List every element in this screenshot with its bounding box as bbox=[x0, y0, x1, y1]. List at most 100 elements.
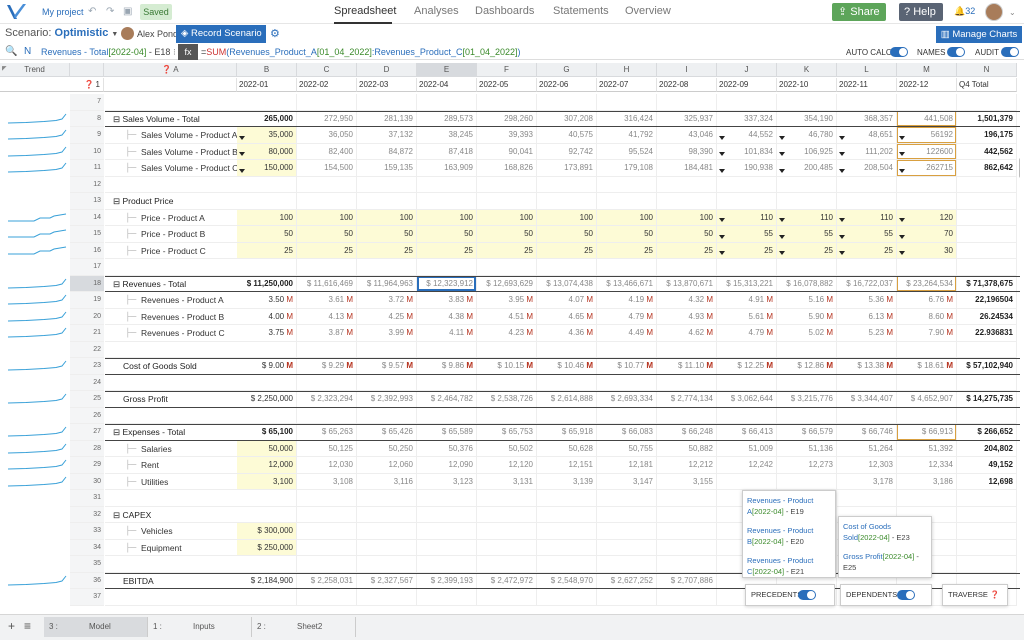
grid-cell[interactable] bbox=[897, 341, 957, 358]
grid-cell[interactable] bbox=[537, 506, 597, 523]
row-number[interactable]: 8 bbox=[70, 110, 104, 127]
row-number[interactable]: 9 bbox=[70, 127, 104, 144]
row-label[interactable]: ⊟ Sales Volume - Total bbox=[113, 114, 200, 124]
tab-analyses[interactable]: Analyses bbox=[414, 5, 459, 17]
grid-cell[interactable]: 12,212 bbox=[657, 457, 717, 474]
column-header-k[interactable]: K bbox=[777, 63, 837, 77]
grid-cell[interactable]: $ 65,426 bbox=[357, 424, 417, 441]
column-header-f[interactable]: F bbox=[477, 63, 537, 77]
grid-cell[interactable]: $ 57,102,940 bbox=[957, 358, 1017, 375]
grid-cell[interactable] bbox=[297, 176, 357, 193]
grid-cell[interactable]: 4.07 M bbox=[537, 292, 597, 309]
row-label[interactable]: Salaries bbox=[141, 444, 172, 454]
grid-cell[interactable] bbox=[837, 193, 897, 210]
grid-cell[interactable] bbox=[897, 94, 957, 111]
grid-cell[interactable] bbox=[957, 226, 1017, 243]
grid-cell[interactable]: $ 2,464,782 bbox=[417, 391, 477, 408]
grid-cell[interactable] bbox=[717, 374, 777, 391]
column-header-b[interactable]: B bbox=[237, 63, 297, 77]
row-label-cell[interactable]: ├─ Revenues - Product B bbox=[105, 309, 237, 325]
grid-cell[interactable]: $ 2,258,031 bbox=[297, 572, 357, 589]
grid-cell[interactable]: 3.95 M bbox=[477, 292, 537, 309]
column-header-a[interactable]: ❓ A bbox=[104, 63, 237, 77]
grid-cell[interactable]: 25 bbox=[657, 242, 717, 259]
grid-cell[interactable] bbox=[957, 506, 1017, 523]
grid-cell[interactable]: 90,041 bbox=[477, 143, 537, 160]
grid-cell[interactable]: 184,481 bbox=[657, 160, 717, 177]
row-number[interactable]: 27 bbox=[70, 424, 104, 441]
row-number[interactable]: 23 bbox=[70, 358, 104, 375]
grid-cell[interactable]: 39,393 bbox=[477, 127, 537, 144]
grid-cell[interactable]: 43,046 bbox=[657, 127, 717, 144]
grid-cell[interactable]: $ 66,579 bbox=[777, 424, 837, 441]
row-label-cell[interactable]: ├─ Utilities bbox=[105, 474, 237, 490]
row-label-cell[interactable]: ⊟ Revenues - Total bbox=[105, 276, 237, 292]
grid-cell[interactable]: 55 bbox=[777, 226, 837, 243]
grid-cell[interactable]: 12,242 bbox=[717, 457, 777, 474]
row-label[interactable]: EBITDA bbox=[123, 576, 154, 586]
grid-cell[interactable]: 70 bbox=[897, 226, 957, 243]
grid-cell[interactable] bbox=[477, 94, 537, 111]
grid-cell[interactable]: 37,132 bbox=[357, 127, 417, 144]
row-number[interactable]: 12 bbox=[70, 176, 104, 193]
cell-reference[interactable]: Revenues - Total[2022-04] - E18 ⁝ bbox=[41, 47, 176, 58]
grid-cell[interactable] bbox=[777, 259, 837, 276]
grid-cell[interactable]: 12,030 bbox=[297, 457, 357, 474]
sheet-tab-model[interactable]: 3 : Model bbox=[44, 617, 148, 637]
row-number[interactable]: 10 bbox=[70, 143, 104, 160]
grid-cell[interactable] bbox=[417, 193, 477, 210]
grid-cell[interactable]: 50 bbox=[657, 226, 717, 243]
grid-cell[interactable]: 4.65 M bbox=[537, 308, 597, 325]
grid-cell[interactable] bbox=[537, 556, 597, 573]
grid-cell[interactable] bbox=[477, 589, 537, 606]
grid-cell[interactable]: 106,925 bbox=[777, 143, 837, 160]
grid-cell[interactable] bbox=[537, 589, 597, 606]
row-label-cell[interactable] bbox=[105, 490, 237, 507]
column-header-l[interactable]: L bbox=[837, 63, 897, 77]
row-label[interactable]: Cost of Goods Sold bbox=[123, 361, 197, 371]
grid-cell[interactable]: $ 11.10 M bbox=[657, 358, 717, 375]
dependents-toggle-panel[interactable]: DEPENDENTS bbox=[840, 584, 932, 606]
row-label-cell[interactable]: Gross Profit bbox=[105, 391, 237, 408]
grid-cell[interactable] bbox=[417, 523, 477, 540]
grid-cell[interactable]: 3,108 bbox=[297, 473, 357, 490]
add-sheet-icon[interactable]: + bbox=[8, 619, 15, 633]
row-label-cell[interactable] bbox=[105, 177, 237, 193]
grid-cell[interactable]: $ 2,392,993 bbox=[357, 391, 417, 408]
grid-cell[interactable] bbox=[477, 259, 537, 276]
grid-cell[interactable]: 272,950 bbox=[297, 110, 357, 127]
grid-cell[interactable] bbox=[657, 490, 717, 507]
grid-cell[interactable] bbox=[657, 193, 717, 210]
row-label-cell[interactable]: ├─ Salaries bbox=[105, 441, 237, 457]
grid-cell[interactable] bbox=[537, 259, 597, 276]
grid-cell[interactable]: 265,000 bbox=[237, 110, 297, 127]
row-label-cell[interactable]: EBITDA bbox=[105, 573, 237, 589]
grid-cell[interactable]: 50,000 bbox=[237, 440, 297, 457]
grid-cell[interactable] bbox=[717, 407, 777, 424]
grid-cell[interactable] bbox=[657, 556, 717, 573]
row-number[interactable]: 35 bbox=[70, 556, 104, 573]
grid-cell[interactable] bbox=[357, 523, 417, 540]
grid-cell[interactable] bbox=[417, 341, 477, 358]
grid-cell[interactable]: $ 2,472,972 bbox=[477, 572, 537, 589]
grid-cell[interactable] bbox=[777, 176, 837, 193]
grid-cell[interactable]: $ 2,323,294 bbox=[297, 391, 357, 408]
grid-cell[interactable]: 110 bbox=[837, 209, 897, 226]
audit-link[interactable]: Revenues - Product B[2022-04] - E20 bbox=[747, 525, 831, 547]
row-number[interactable]: 24 bbox=[70, 374, 104, 391]
grid-cell[interactable] bbox=[837, 490, 897, 507]
search-icon[interactable]: 🔍 bbox=[5, 46, 17, 57]
grid-cell[interactable]: $ 3,344,407 bbox=[837, 391, 897, 408]
grid-cell[interactable] bbox=[597, 506, 657, 523]
grid-cell[interactable]: 3,100 bbox=[237, 473, 297, 490]
project-link[interactable]: My project bbox=[42, 7, 84, 17]
row-label[interactable]: ⊟ Product Price bbox=[113, 196, 174, 206]
grid-cell[interactable]: $ 2,614,888 bbox=[537, 391, 597, 408]
row-number[interactable]: 16 bbox=[70, 242, 104, 259]
grid-cell[interactable]: 12,273 bbox=[777, 457, 837, 474]
column-header-g[interactable]: G bbox=[537, 63, 597, 77]
grid-cell[interactable] bbox=[297, 259, 357, 276]
grid-cell[interactable] bbox=[477, 506, 537, 523]
grid-cell[interactable]: 190,938 bbox=[717, 160, 777, 177]
grid-cell[interactable] bbox=[417, 490, 477, 507]
